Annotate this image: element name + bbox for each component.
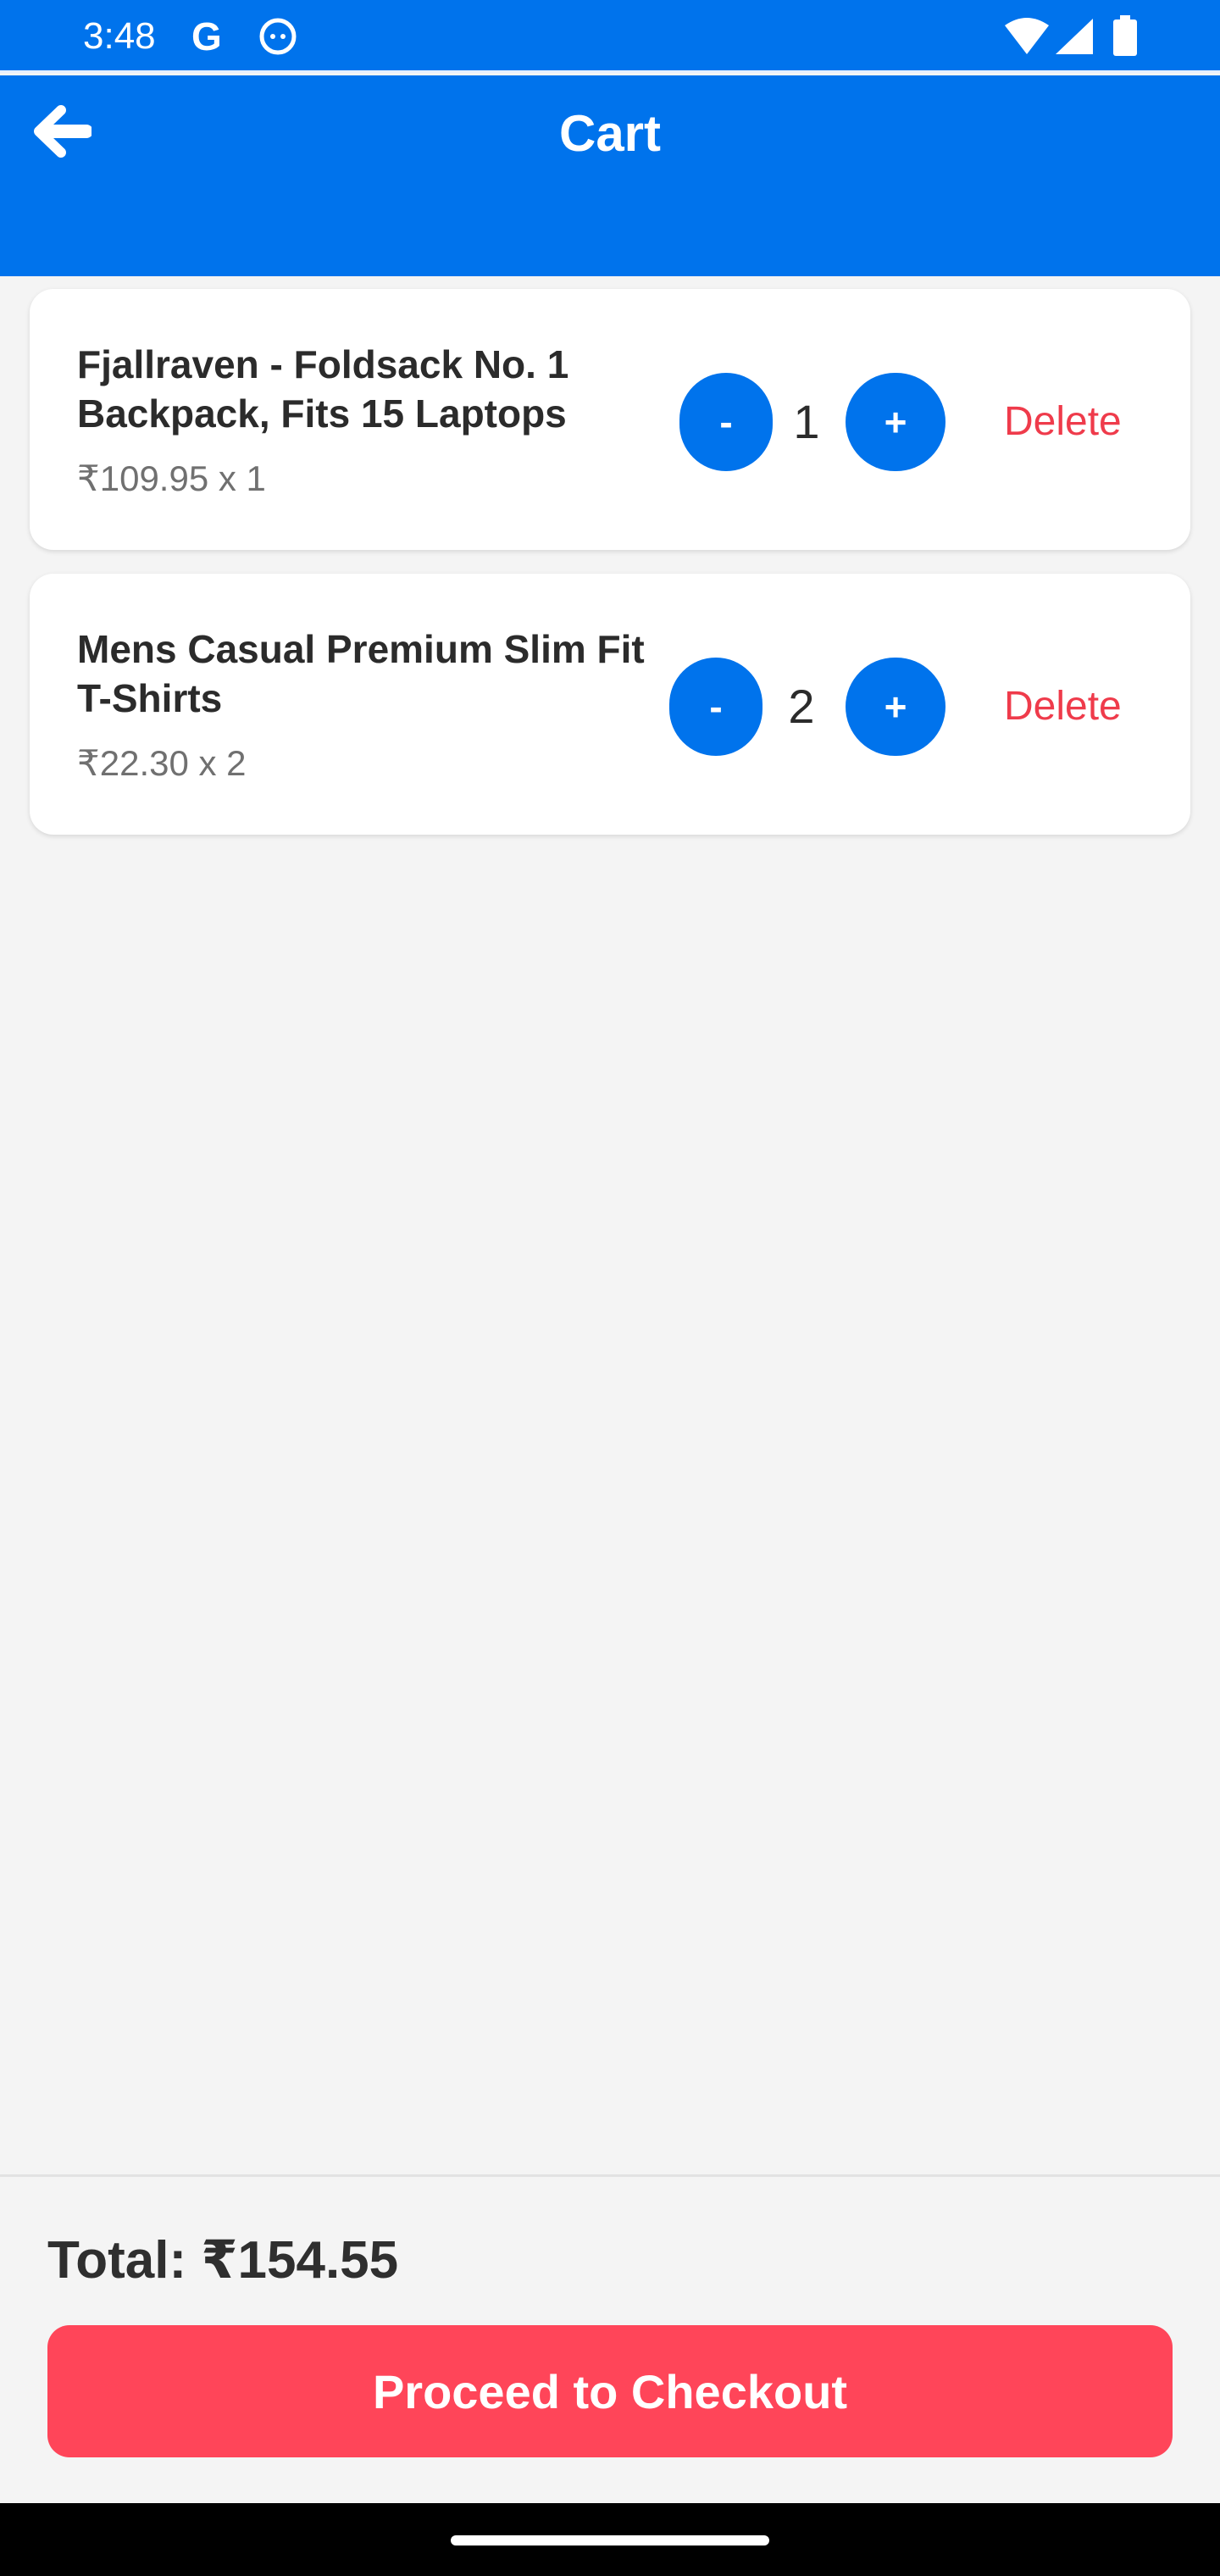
decrease-quantity-button[interactable]: - [679,373,773,471]
battery-icon [1113,15,1137,56]
item-price: ₹109.95 x 1 [77,458,266,498]
delete-button[interactable]: Delete [1004,658,1122,756]
home-indicator[interactable] [451,2535,769,2545]
checkout-button[interactable]: Proceed to Checkout [47,2325,1173,2457]
decrease-quantity-button[interactable]: - [669,658,762,756]
quantity-value: 1 [793,395,820,448]
cart-item: Fjallraven - Foldsack No. 1 Backpack, Fi… [30,289,1190,550]
delete-button[interactable]: Delete [1004,373,1122,471]
signal-icon [1056,19,1093,54]
increase-quantity-button[interactable]: + [846,373,946,471]
status-bar: 3:48 G [0,0,1220,73]
cart-item: Mens Casual Premium Slim Fit T-Shirts ₹2… [30,574,1190,835]
quantity-value: 2 [788,680,815,733]
item-price: ₹22.30 x 2 [77,743,247,783]
page-title: Cart [558,105,662,162]
item-title: Mens Casual Premium Slim Fit T-Shirts [77,627,645,720]
status-time: 3:48 [83,15,156,57]
item-title: Fjallraven - Foldsack No. 1 Backpack, Fi… [77,342,569,436]
cat-icon [259,18,297,55]
google-icon: G [191,14,222,58]
cart-total: Total: ₹154.55 [47,2231,399,2290]
increase-quantity-button[interactable]: + [846,658,946,756]
wifi-icon [1005,18,1049,54]
